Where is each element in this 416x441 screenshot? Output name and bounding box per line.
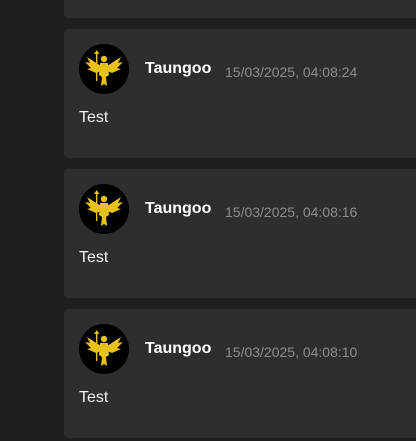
post-text: Test (79, 109, 109, 126)
post-card: Taungoo 15/03/2025, 04:08:24 Test (64, 29, 416, 158)
post-text: Test (79, 249, 109, 266)
post-text: Test (79, 389, 109, 406)
golden-winged-figure-icon (79, 184, 129, 234)
left-sidebar (0, 0, 64, 441)
author-name[interactable]: Taungoo (145, 60, 211, 78)
author-name[interactable]: Taungoo (145, 200, 211, 218)
golden-winged-figure-icon (79, 44, 129, 94)
post-card: Taungoo 15/03/2025, 04:08:16 Test (64, 169, 416, 298)
author-name[interactable]: Taungoo (145, 340, 211, 358)
golden-winged-figure-icon (79, 324, 129, 374)
avatar[interactable] (79, 184, 129, 234)
avatar[interactable] (79, 324, 129, 374)
avatar[interactable] (79, 44, 129, 94)
post-timestamp: 15/03/2025, 04:08:16 (225, 204, 358, 220)
post-timestamp: 15/03/2025, 04:08:24 (225, 64, 358, 80)
page: Taungoo 15/03/2025, 04:08:24 Test Taungo… (0, 0, 416, 441)
post-card: Taungoo 15/03/2025, 04:08:10 Test (64, 309, 416, 438)
post-card-partial (64, 0, 416, 18)
post-timestamp: 15/03/2025, 04:08:10 (225, 344, 358, 360)
post-feed: Taungoo 15/03/2025, 04:08:24 Test Taungo… (64, 0, 416, 441)
